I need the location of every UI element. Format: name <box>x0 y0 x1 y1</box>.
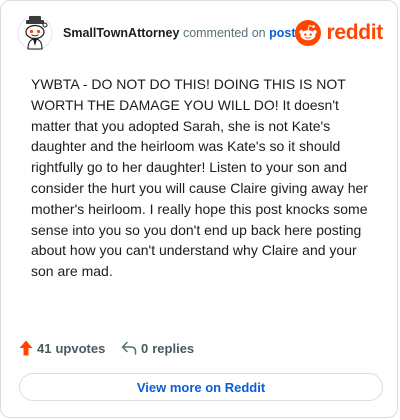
user-avatar[interactable] <box>17 15 53 51</box>
replies-number: 0 <box>141 340 149 356</box>
reddit-wordmark: reddit <box>326 21 383 44</box>
author-username[interactable]: SmallTownAttorney <box>63 26 179 40</box>
replies-label: replies <box>152 340 195 356</box>
upvote-arrow-icon <box>19 340 33 356</box>
upvotes-number: 41 <box>37 340 52 356</box>
replies-count[interactable]: 0 replies <box>121 338 194 358</box>
comment-header: SmallTownAttorney commented on post redd… <box>17 15 383 51</box>
snoo-avatar-icon <box>17 15 53 51</box>
post-link[interactable]: post <box>269 26 295 40</box>
upvotes-count[interactable]: 41 upvotes <box>19 338 105 358</box>
reddit-brand[interactable]: reddit <box>295 19 383 47</box>
upvotes-label: upvotes <box>55 340 106 356</box>
comment-byline: SmallTownAttorney commented on post <box>63 26 296 40</box>
action-text: commented on <box>182 26 266 40</box>
comment-actions: 41 upvotes 0 replies <box>19 338 379 358</box>
reddit-snoo-icon <box>295 20 322 46</box>
comment-body: YWBTA - DO NOT DO THIS! DOING THIS IS NO… <box>31 76 368 280</box>
comment-embed-card: SmallTownAttorney commented on post redd… <box>0 0 398 418</box>
view-more-button[interactable]: View more on Reddit <box>19 373 383 401</box>
reply-arrow-icon <box>121 341 137 355</box>
